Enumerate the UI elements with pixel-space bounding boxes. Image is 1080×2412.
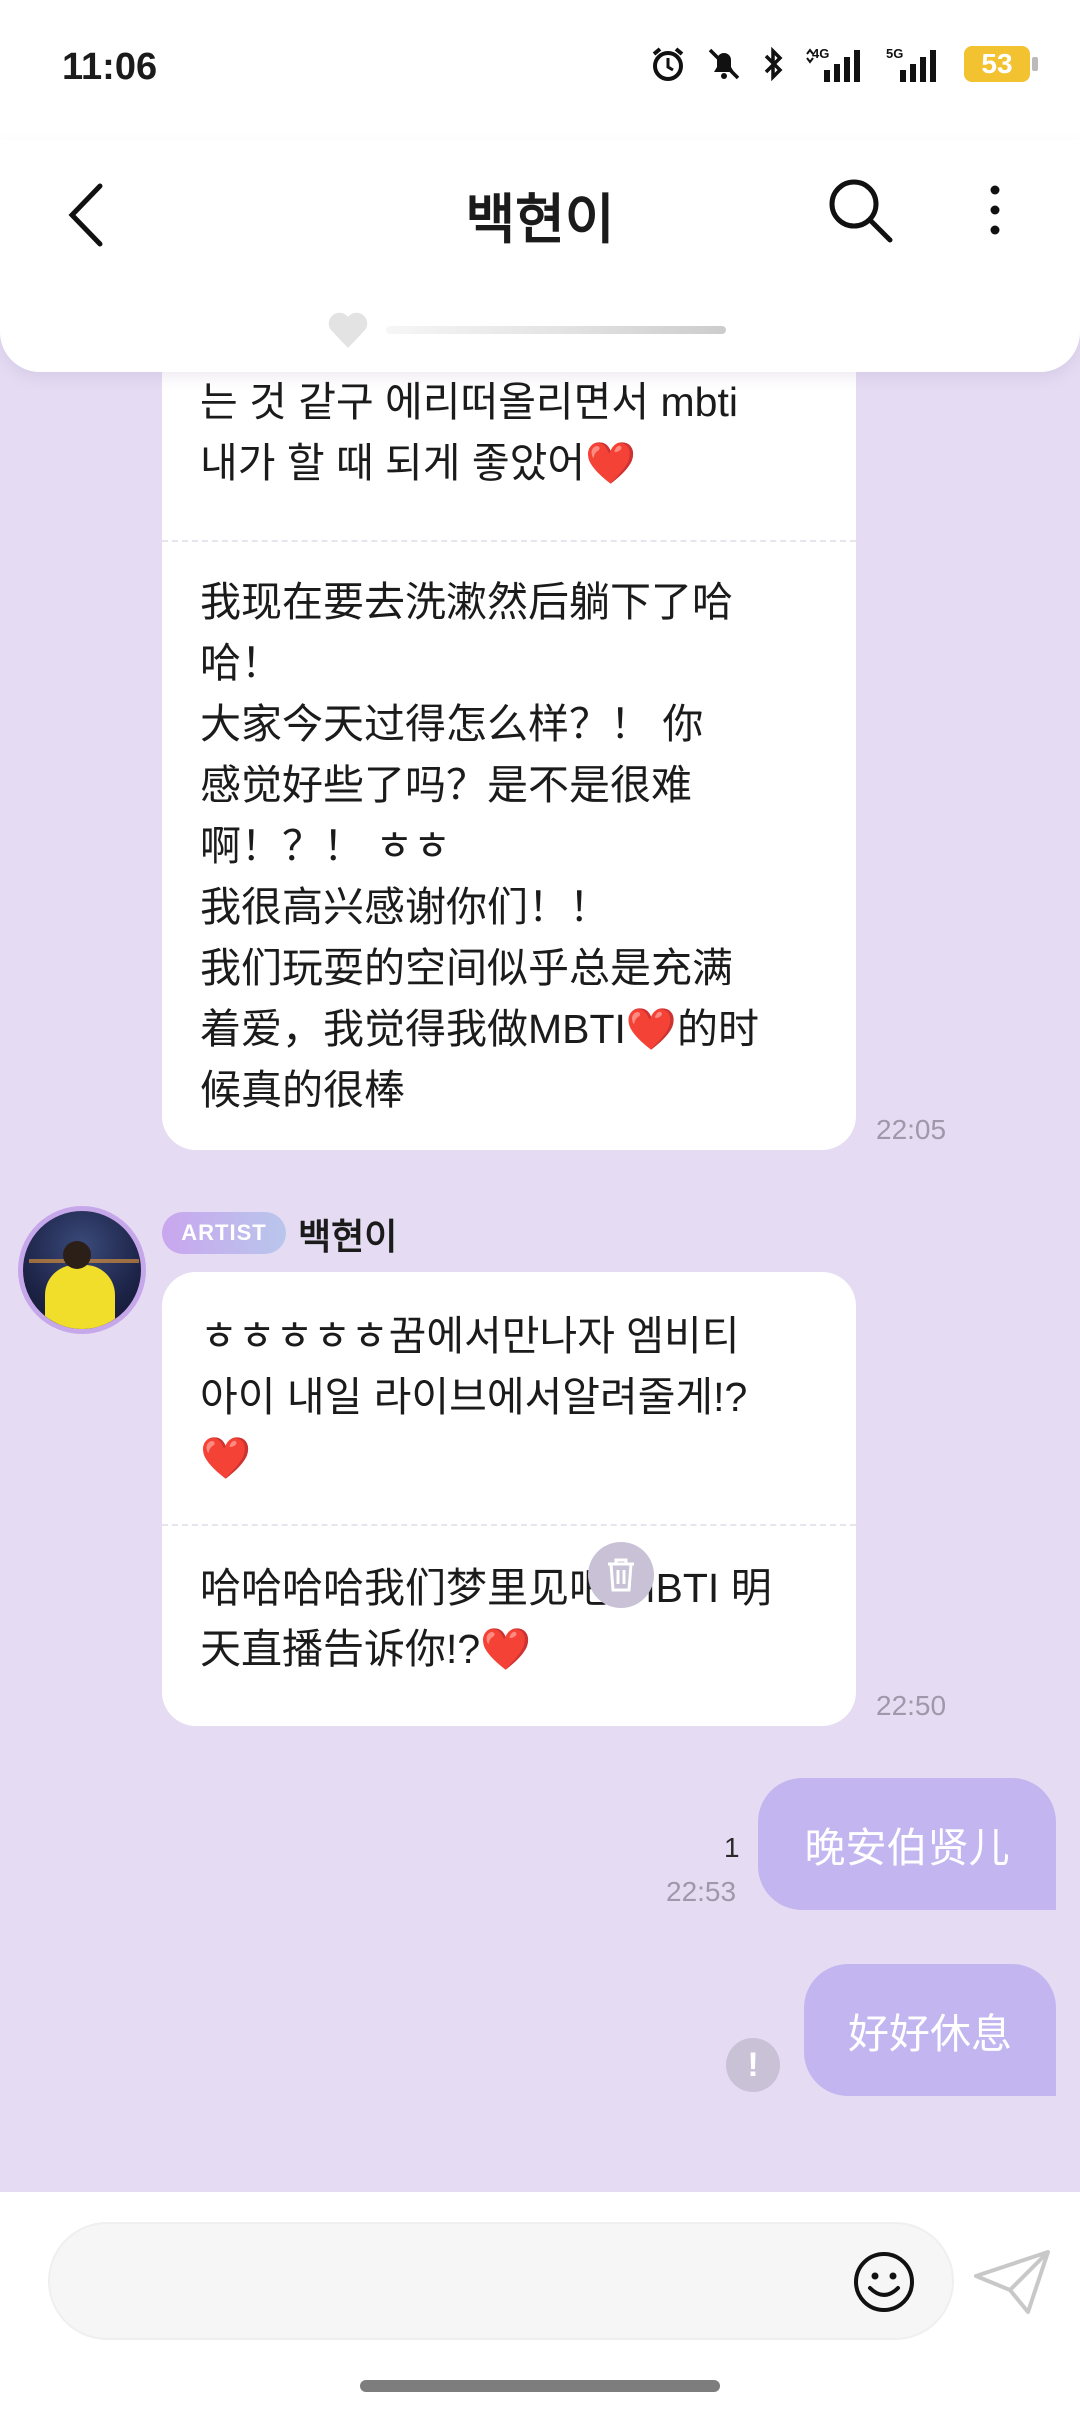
message-input-area: [0, 2192, 1080, 2412]
home-indicator: [360, 2380, 720, 2392]
status-icons: 4G 5G 53: [648, 44, 1038, 84]
battery-indicator: 53: [964, 46, 1038, 82]
message-korean-text: 는 것 같구 에리떠올리면서 mbti 내가 할 때 되게 좋았어❤️: [200, 379, 738, 486]
message-bubble-outgoing[interactable]: 晚安伯贤儿: [758, 1778, 1056, 1910]
message-translation-text: 我现在要去洗漱然后躺下了哈 哈！ 大家今天过得怎么样？！ 你 感觉好些了吗？是不…: [200, 579, 759, 1113]
svg-text:5G: 5G: [886, 46, 903, 61]
message-input[interactable]: [48, 2222, 954, 2340]
signal-4g-icon: 4G: [806, 46, 860, 82]
message-bubble-incoming[interactable]: ㅎㅎㅎㅎㅎ꿈에서만나자 엠비티 아이 내일 라이브에서알려줄게!? ❤️ 哈哈哈…: [162, 1272, 856, 1726]
unread-count: 1: [724, 1832, 740, 1863]
heart-progress: [326, 310, 726, 350]
more-options-button[interactable]: [970, 170, 1020, 250]
status-time: 11:06: [62, 46, 158, 88]
message-korean-text: ㅎㅎㅎㅎㅎ꿈에서만나자 엠비티 아이 내일 라이브에서알려줄게!? ❤️: [200, 1313, 748, 1481]
alarm-icon: [652, 47, 684, 81]
message-time: 22:05: [876, 1114, 947, 1145]
artist-badge: ARTIST: [162, 1212, 286, 1254]
chat-area: 는 것 같구 에리떠올리면서 mbti 내가 할 때 되게 좋았어❤️ 我现在要…: [0, 372, 1080, 2192]
message-translation-text: 哈哈哈哈我们梦里见吧 MBTI 明 天直播告诉你!?❤️: [200, 1565, 772, 1672]
sender-avatar[interactable]: [18, 1206, 146, 1334]
status-bar: 11:06 4G 5G 53: [0, 0, 1080, 140]
chat-header: 백현이: [0, 140, 1080, 372]
svg-text:4G: 4G: [812, 46, 829, 61]
signal-5g-icon: 5G: [886, 46, 936, 82]
sender-name: 백현이: [298, 1216, 398, 1257]
send-failed-icon[interactable]: !: [726, 2038, 780, 2092]
heart-icon: [328, 312, 368, 348]
send-icon[interactable]: [972, 2246, 1052, 2318]
bluetooth-icon: [764, 46, 783, 82]
message-time: 22:53: [666, 1876, 737, 1907]
mute-bell-icon: [708, 48, 740, 80]
message-time: 22:50: [876, 1690, 947, 1721]
heart-progress-line: [386, 326, 726, 334]
delete-message-button[interactable]: [588, 1542, 654, 1608]
trash-icon: [608, 1558, 634, 1592]
search-button[interactable]: [820, 170, 900, 250]
chat-title: 백현이: [465, 190, 615, 250]
message-bubble-incoming[interactable]: 는 것 같구 에리떠올리면서 mbti 내가 할 때 되게 좋았어❤️ 我现在要…: [162, 372, 856, 1150]
message-bubble-outgoing[interactable]: 好好休息: [804, 1964, 1056, 2096]
emoji-button[interactable]: [850, 2248, 918, 2316]
